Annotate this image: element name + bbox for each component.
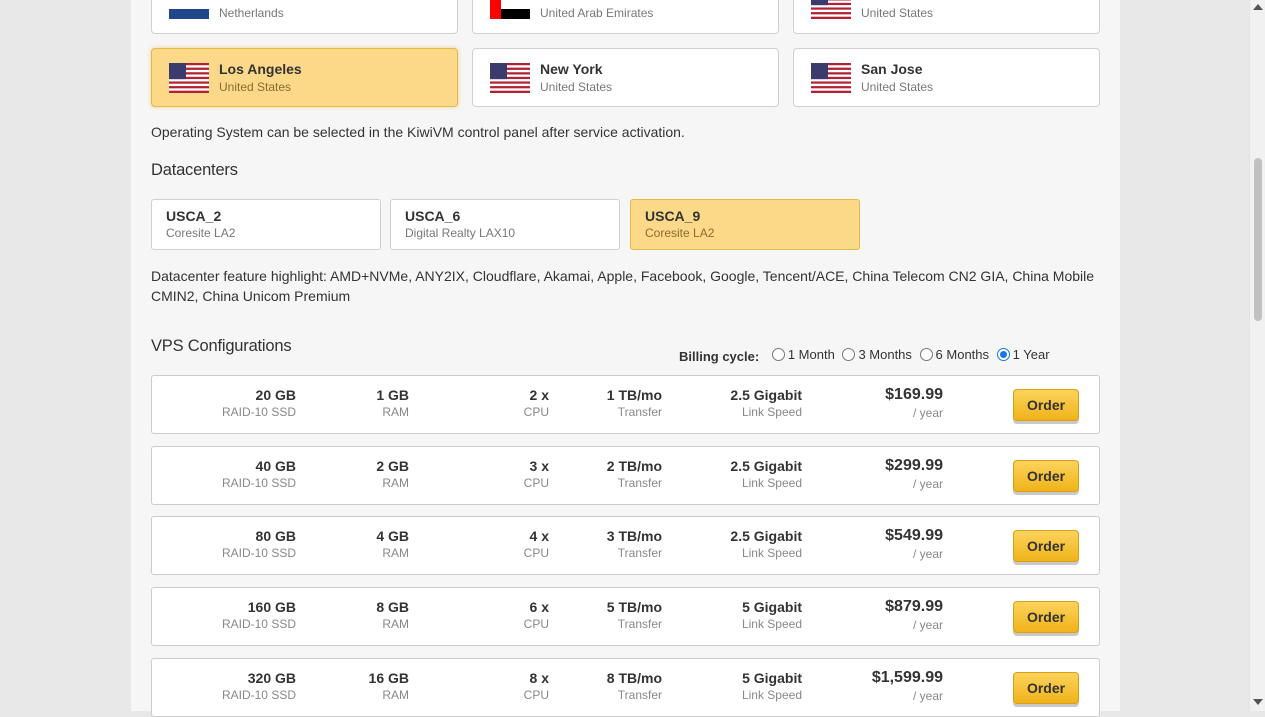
location-card-us[interactable]: United States (793, 0, 1100, 34)
location-country: United States (540, 80, 613, 94)
plan-price: $1,599.99 / year (152, 669, 943, 704)
main-content: Netherlands United Arab Emirates United … (131, 0, 1120, 717)
vps-plan-row: 40 GB RAID-10 SSD 2 GB RAM 3 x CPU 2 TB/mo Tran… (151, 446, 1100, 505)
datacenter-facility: Digital Realty LAX10 (405, 226, 516, 240)
plan-price-value: $549.99 (885, 527, 943, 544)
plan-price-period: / year (912, 406, 943, 420)
location-country: Netherlands (219, 6, 284, 20)
plan-price-period: / year (912, 547, 943, 561)
datacenter-name: USCA_9 (645, 208, 701, 224)
vps-configurations-title: VPS Configurations (151, 337, 292, 355)
plan-price-value: $879.99 (885, 598, 943, 615)
datacenter-feature-note: Datacenter feature highlight: AMD+NVMe, … (151, 268, 1095, 304)
radio-icon[interactable] (771, 348, 785, 361)
os-note: Operating System can be selected in the … (151, 124, 685, 140)
location-card-new-york[interactable]: New York United States (472, 48, 779, 107)
billing-option-1-year[interactable]: 1 Year (996, 347, 1050, 362)
plan-price-value: $169.99 (885, 386, 943, 403)
vertical-scrollbar[interactable] (1249, 0, 1265, 711)
datacenter-name: USCA_2 (166, 208, 222, 224)
scroll-down-arrow-icon[interactable] (1253, 699, 1263, 705)
location-card-netherlands[interactable]: Netherlands (151, 0, 458, 34)
billing-cycle-selector: Billing cycle: 1 Month 3 Months 6 Months… (679, 347, 1050, 364)
billing-option-label: 1 Month (787, 347, 835, 362)
order-button[interactable]: Order (1013, 601, 1079, 633)
scroll-up-arrow-icon[interactable] (1253, 4, 1263, 10)
billing-option-3-months[interactable]: 3 Months (842, 347, 912, 362)
order-button[interactable]: Order (1013, 389, 1079, 421)
location-country: United States (861, 6, 934, 20)
radio-icon[interactable] (919, 348, 933, 361)
location-country: United Arab Emirates (540, 6, 654, 20)
uae-flag-icon (490, 0, 530, 19)
datacenter-card-usca-2[interactable]: USCA_2 Coresite LA2 (151, 199, 381, 250)
plan-price-period: / year (912, 689, 943, 703)
plan-price: $299.99 / year (152, 457, 943, 492)
us-flag-icon (811, 63, 851, 93)
location-name: San Jose (861, 61, 923, 77)
billing-option-label: 6 Months (935, 347, 990, 362)
radio-icon[interactable] (842, 348, 856, 361)
location-country: United States (219, 80, 292, 94)
us-flag-icon (490, 63, 530, 93)
datacenter-card-usca-9[interactable]: USCA_9 Coresite LA2 (630, 199, 860, 250)
location-country: United States (861, 80, 934, 94)
location-card-dubai[interactable]: United Arab Emirates (472, 0, 779, 34)
vps-plan-row: 80 GB RAID-10 SSD 4 GB RAM 4 x CPU 3 TB/mo Tran… (151, 516, 1100, 575)
order-button[interactable]: Order (1013, 460, 1079, 492)
plan-price-period: / year (912, 618, 943, 632)
us-flag-icon (811, 0, 851, 19)
datacenter-facility: Coresite LA2 (166, 226, 236, 240)
plan-price: $169.99 / year (152, 386, 943, 421)
billing-option-label: 3 Months (858, 347, 912, 362)
order-button[interactable]: Order (1013, 530, 1079, 562)
billing-option-1-month[interactable]: 1 Month (771, 347, 835, 362)
location-card-los-angeles[interactable]: Los Angeles United States (151, 48, 458, 107)
plan-price: $549.99 / year (152, 527, 943, 562)
location-card-san-jose[interactable]: San Jose United States (793, 48, 1100, 107)
order-button[interactable]: Order (1013, 672, 1079, 704)
nl-flag-icon (169, 0, 209, 19)
location-name: New York (540, 61, 603, 77)
radio-selected-icon[interactable] (996, 348, 1010, 361)
datacenter-facility: Coresite LA2 (645, 226, 715, 240)
datacenter-name: USCA_6 (405, 208, 461, 224)
datacenters-title: Datacenters (151, 161, 238, 179)
billing-option-label: 1 Year (1012, 347, 1050, 362)
plan-price-period: / year (912, 477, 943, 491)
location-name: Los Angeles (219, 61, 302, 77)
plan-price-value: $299.99 (885, 457, 943, 474)
billing-option-6-months[interactable]: 6 Months (919, 347, 990, 362)
scrollbar-thumb[interactable] (1254, 158, 1262, 321)
billing-cycle-label: Billing cycle: (679, 349, 760, 364)
vps-plan-row: 160 GB RAID-10 SSD 8 GB RAM 6 x CPU 5 TB/mo Tra… (151, 587, 1100, 646)
us-flag-icon (169, 63, 209, 93)
vps-plan-row: 20 GB RAID-10 SSD 1 GB RAM 2 x CPU 1 TB/mo Tran… (151, 375, 1100, 434)
plan-price-value: $1,599.99 (871, 669, 943, 686)
vps-plan-row: 320 GB RAID-10 SSD 16 GB RAM 8 x CPU 8 TB/mo Tr… (151, 658, 1100, 717)
datacenter-card-usca-6[interactable]: USCA_6 Digital Realty LAX10 (390, 199, 620, 250)
plan-price: $879.99 / year (152, 598, 943, 633)
